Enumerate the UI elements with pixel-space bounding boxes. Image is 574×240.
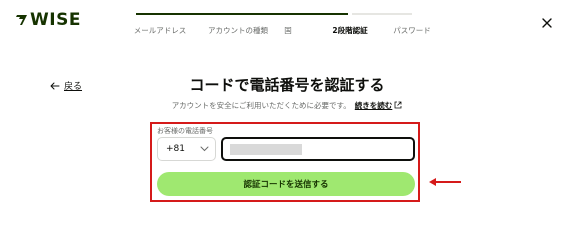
country-code-select[interactable]: +81 [157,137,216,161]
progress-fill [136,13,348,15]
wise-flag-icon [16,15,27,25]
subtitle-text: アカウントを安全にご利用いただくために必要です。 [171,101,351,110]
wise-logo[interactable]: WISE [14,10,81,30]
learn-more-link[interactable]: 続きを読む [355,101,393,110]
logo-text: WISE [30,10,81,30]
phone-number-input[interactable] [223,139,413,159]
step-two-factor: 2段階認証 [332,26,368,35]
progress-remaining [352,13,412,15]
phone-field-label: お客様の電話番号 [157,127,213,135]
step-password: パスワード [393,26,431,35]
chevron-down-icon [200,146,209,152]
external-link-icon [394,101,402,109]
step-account-type: アカウントの種類 [208,26,268,35]
annotation-arrow-icon [429,178,461,186]
step-email: メールアドレス [133,26,187,35]
close-icon[interactable] [540,16,554,30]
page-subtitle: アカウントを安全にご利用いただくために必要です。 続きを読む [0,100,574,111]
send-code-button[interactable]: 認証コードを送信する [157,172,415,196]
progress-bar [136,13,442,17]
progress-steps: メールアドレス アカウントの種類 国 2段階認証 パスワード [133,13,442,39]
page-title: コードで電話番号を認証する [189,76,385,94]
country-code-value: +81 [166,144,185,154]
phone-number-field[interactable] [221,137,415,161]
step-country: 国 [284,26,292,35]
